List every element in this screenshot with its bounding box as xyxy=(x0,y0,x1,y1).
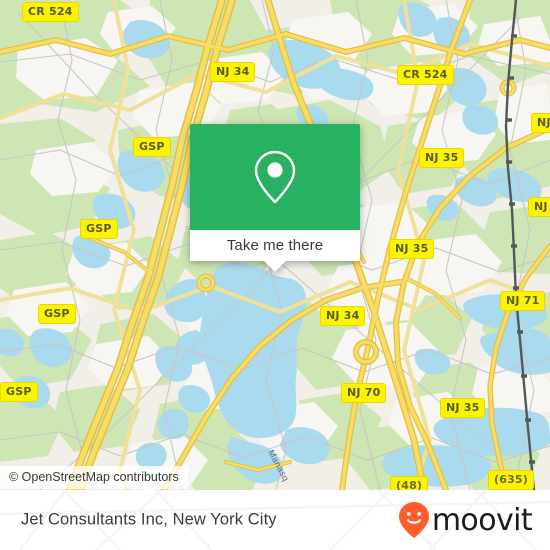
place-title: Jet Consultants Inc, New York City xyxy=(21,510,277,529)
map-pin-icon xyxy=(254,150,296,204)
take-me-there-label: Take me there xyxy=(226,237,324,254)
route-shield-gsp-edge: GSP xyxy=(0,382,38,402)
moovit-map-screenshot: CR 524 NJ 34 CR 524 GSP NJ 35 NJ NJ GSP NJ 35 GSP… xyxy=(0,0,550,550)
moovit-pin-smiley-icon xyxy=(398,502,429,538)
route-shield-cr-524-ne: CR 524 xyxy=(397,65,454,85)
route-shield-nj-34-n: NJ 34 xyxy=(210,62,256,82)
route-shield-gsp-w: GSP xyxy=(80,219,118,239)
popup-pointer-tail xyxy=(264,261,286,272)
footer-bar: Jet Consultants Inc, New York City moovi… xyxy=(0,490,550,550)
route-shield-edge-ne-2: NJ xyxy=(528,197,550,217)
route-shield-edge-ne-1: NJ xyxy=(531,113,550,133)
popup-header xyxy=(190,124,360,230)
route-shield-nj-35-ne: NJ 35 xyxy=(419,148,465,168)
popup-action-bar[interactable]: Take me there xyxy=(190,230,360,272)
route-shield-gsp-nw: GSP xyxy=(133,137,171,157)
location-popup-card[interactable]: Take me there xyxy=(190,124,360,272)
route-shield-gsp-sw: GSP xyxy=(38,304,76,324)
route-shield-nj-70: NJ 70 xyxy=(341,383,387,403)
route-shield-nj-35-s: NJ 35 xyxy=(440,398,486,418)
route-shield-nj-35-mid: NJ 35 xyxy=(389,239,435,259)
osm-attribution[interactable]: © OpenStreetMap contributors xyxy=(0,466,188,489)
route-shield-nj-34-s: NJ 34 xyxy=(320,306,366,326)
moovit-wordmark: moovit xyxy=(431,502,533,538)
route-shield-nj-71: NJ 71 xyxy=(500,291,546,311)
route-shield-48: (48) xyxy=(390,476,429,490)
route-shield-cr-524-nw: CR 524 xyxy=(22,2,79,22)
moovit-logo[interactable]: moovit xyxy=(398,501,533,539)
route-shield-635: (635) xyxy=(488,470,535,490)
